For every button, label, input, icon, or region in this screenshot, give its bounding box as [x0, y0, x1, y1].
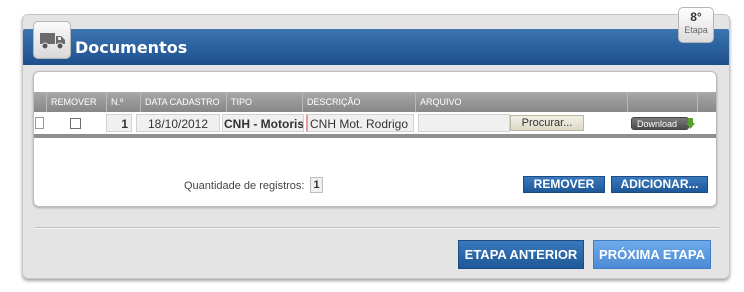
divider — [35, 227, 719, 229]
table-row: 1 18/10/2012 CNH - Motorista CNH Mot. Ro… — [34, 112, 716, 134]
download-label: Download — [637, 119, 678, 129]
column-header-arquivo: ARQUIVO — [415, 92, 627, 112]
table-header: REMOVER N.º DATA CADASTRO TIPO DESCRIÇÃO… — [34, 92, 716, 112]
row-tipo: CNH - Motorista — [222, 114, 304, 132]
row-selector[interactable] — [35, 117, 44, 129]
column-header-data-cadastro: DATA CADASTRO — [140, 92, 226, 112]
record-count-value: 1 — [310, 177, 323, 193]
step-indicator: 8° Etapa — [678, 7, 714, 43]
previous-step-button[interactable]: ETAPA ANTERIOR — [458, 240, 584, 269]
download-arrow-icon — [686, 118, 695, 129]
add-button[interactable]: ADICIONAR... — [611, 176, 708, 193]
column-header-remover: REMOVER — [46, 92, 106, 112]
step-number: 8° — [690, 10, 702, 24]
documents-grid: REMOVER N.º DATA CADASTRO TIPO DESCRIÇÃO… — [33, 71, 717, 207]
column-header-numero: N.º — [106, 92, 140, 112]
browse-button[interactable]: Procurar... — [510, 115, 584, 131]
row-numero: 1 — [106, 114, 132, 132]
column-header-spacer — [34, 92, 46, 112]
column-header-end — [697, 92, 716, 112]
remove-button[interactable]: REMOVER — [523, 176, 605, 193]
row-data-cadastro: 18/10/2012 — [136, 114, 220, 132]
next-step-button[interactable]: PRÓXIMA ETAPA — [593, 240, 711, 269]
step-label: Etapa — [684, 25, 708, 35]
column-header-descricao: DESCRIÇÃO — [302, 92, 415, 112]
panel-header: Documentos — [23, 29, 729, 65]
grid-bottom-bar — [34, 134, 716, 138]
column-header-tipo: TIPO — [226, 92, 302, 112]
column-header-download — [627, 92, 697, 112]
documents-panel: Documentos 8° Etapa REMOVER N.º DATA CAD… — [22, 7, 730, 279]
truck-icon-box — [33, 21, 71, 59]
remove-checkbox[interactable] — [70, 118, 81, 129]
row-descricao[interactable]: CNH Mot. Rodrigo — [306, 114, 414, 132]
page-title: Documentos — [75, 38, 188, 57]
download-button[interactable]: Download — [631, 117, 689, 130]
truck-icon — [40, 33, 65, 50]
row-arquivo-field[interactable] — [418, 114, 510, 132]
record-count-label: Quantidade de registros: — [184, 180, 305, 192]
